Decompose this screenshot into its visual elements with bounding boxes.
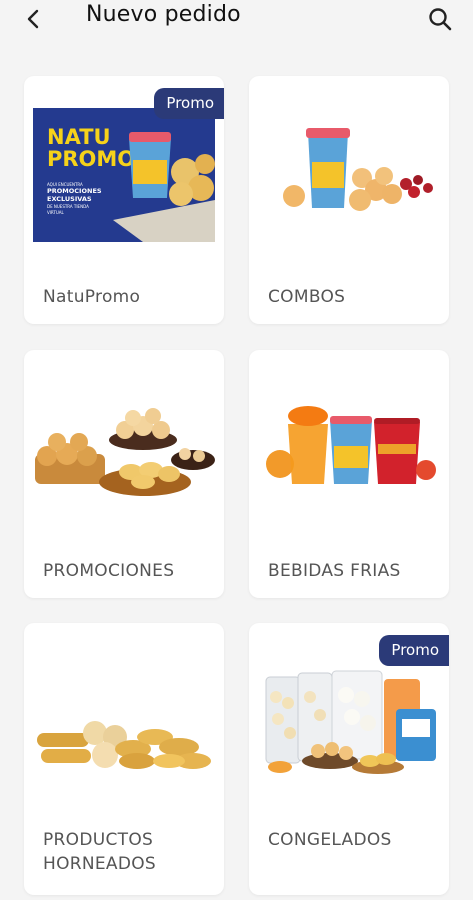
banner-title-line2: PROMO [47,147,135,171]
page-title: Nuevo pedido [86,2,241,27]
chevron-left-icon[interactable] [22,6,46,32]
category-card-combos[interactable]: COMBOS [249,76,449,324]
category-label: BEBIDAS FRIAS [268,561,401,581]
promo-badge: Promo [154,88,224,119]
banner-text-4: DE NUESTRA TIENDA [47,204,89,209]
app-header: Nuevo pedido [0,0,473,40]
category-card-congelados[interactable]: Promo CONGELADOS [249,623,449,895]
banner-text-2: PROMOCIONES [47,187,102,195]
category-card-productos-horneados[interactable]: PRODUCTOS HORNEADOS [24,623,224,895]
banner-text-5: VIRTUAL [47,210,65,215]
search-icon[interactable] [427,6,453,32]
category-label: PROMOCIONES [43,561,175,581]
category-card-natupromo[interactable]: NATU PROMO AQUI ENCUENTRA PROMOCIONES EX… [24,76,224,324]
category-label: PRODUCTOS HORNEADOS [43,828,156,876]
productos-horneados-image [37,721,211,769]
category-label-line1: PRODUCTOS [43,830,154,850]
category-label: NatuPromo [43,287,141,307]
category-label: CONGELADOS [268,830,392,850]
banner-title-line1: NATU [47,125,111,149]
category-card-bebidas-frias[interactable]: BEBIDAS FRIAS [249,350,449,598]
promo-badge: Promo [379,635,449,666]
promociones-image [35,408,215,496]
category-card-promociones[interactable]: PROMOCIONES [24,350,224,598]
combos-image [283,128,433,211]
category-label-line2: HORNEADOS [43,854,157,874]
bebidas-frias-image [266,406,436,484]
banner-text-3: EXCLUSIVAS [47,195,92,203]
category-label: COMBOS [268,287,346,307]
